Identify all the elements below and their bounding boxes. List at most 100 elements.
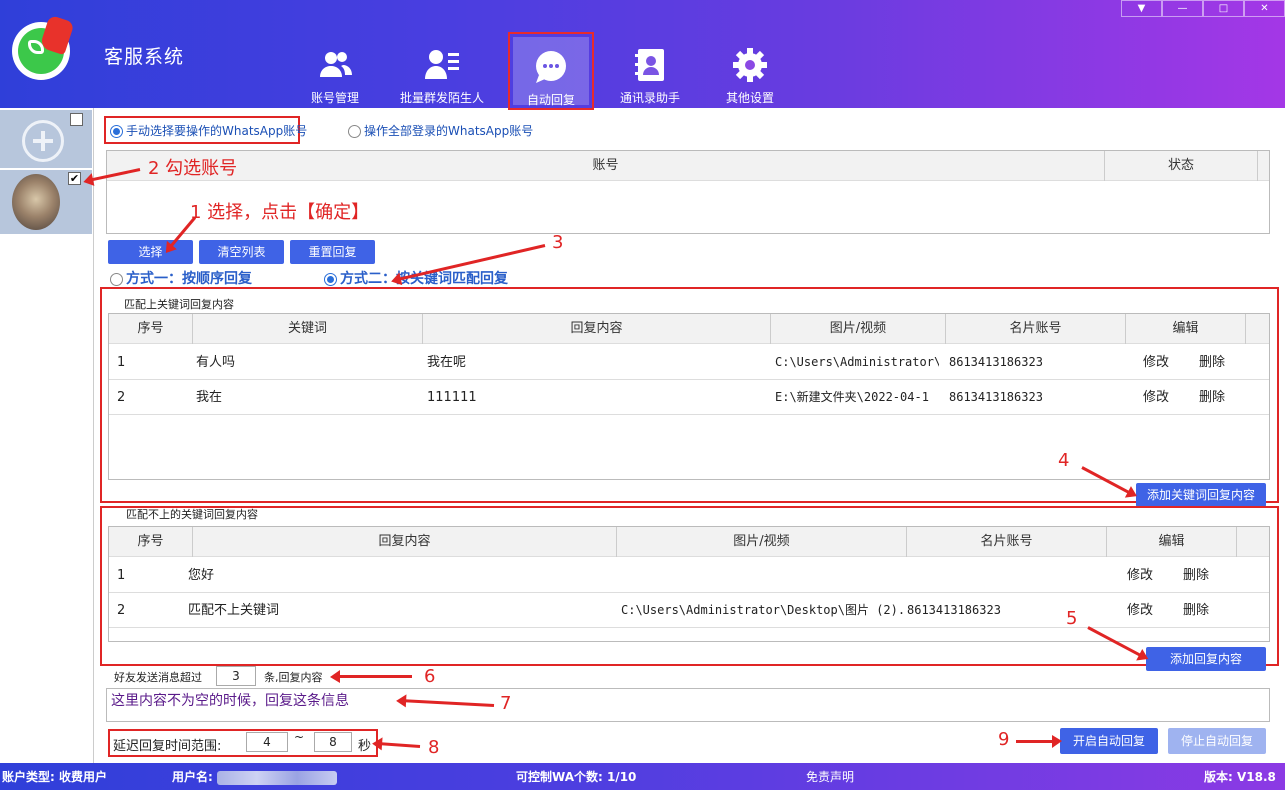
nomatch-section-title: 匹配不上的关键词回复内容 bbox=[126, 508, 258, 521]
col-header: 名片账号 bbox=[946, 314, 1126, 344]
nav-auto-reply[interactable]: 自动回复 bbox=[508, 32, 594, 110]
edit-link[interactable]: 修改 bbox=[1143, 345, 1169, 380]
delete-link[interactable]: 删除 bbox=[1183, 558, 1209, 593]
radio-icon bbox=[324, 272, 337, 286]
friend-msg-prefix: 好友发送消息超过 bbox=[114, 671, 202, 684]
chat-bubble-icon bbox=[536, 51, 566, 83]
nav-contacts-helper[interactable]: 通讯录助手 bbox=[612, 32, 688, 110]
nav-label: 账号管理 bbox=[310, 91, 359, 105]
select-all-checkbox[interactable] bbox=[70, 113, 83, 126]
delay-unit: 秒 bbox=[358, 739, 372, 754]
reply-content-textarea[interactable]: 这里内容不为空的时候，回复这条信息 bbox=[106, 688, 1270, 722]
account-item[interactable]: ✔ bbox=[0, 170, 92, 234]
nav-label: 其他设置 bbox=[725, 91, 774, 105]
account-type: 账户类型: 收费用户 bbox=[2, 770, 107, 784]
col-header: 序号 bbox=[109, 527, 193, 557]
edit-link[interactable]: 修改 bbox=[1143, 380, 1169, 415]
col-header: 名片账号 bbox=[907, 527, 1107, 557]
add-account-button[interactable] bbox=[0, 110, 92, 168]
annotation-9: 9 bbox=[998, 729, 1010, 750]
nav-label: 批量群发陌生人 bbox=[399, 91, 484, 105]
account-checkbox[interactable]: ✔ bbox=[68, 172, 81, 185]
maximize-icon[interactable]: □ bbox=[1203, 0, 1244, 17]
friend-msg-count-input[interactable]: 3 bbox=[216, 666, 256, 686]
col-header: 图片/视频 bbox=[617, 527, 907, 557]
account-mode-all[interactable]: 操作全部登录的WhatsApp账号 bbox=[348, 122, 533, 139]
nav-bulk-send[interactable]: 批量群发陌生人 bbox=[392, 32, 492, 110]
close-icon[interactable]: ✕ bbox=[1244, 0, 1285, 17]
dropdown-icon[interactable]: ▼ bbox=[1121, 0, 1162, 17]
table-row[interactable]: 1 您好 修改 删除 bbox=[109, 558, 1269, 593]
annotation-1: 1 选择，点击【确定】 bbox=[190, 202, 370, 223]
nav-label: 通讯录助手 bbox=[619, 91, 680, 105]
radio-icon bbox=[110, 125, 123, 138]
status-bar: 账户类型: 收费用户 用户名: 可控制WA个数: 1/10 免责声明 版本: V… bbox=[0, 763, 1285, 790]
contacts-book-icon bbox=[635, 49, 664, 81]
reply-mode-sequential[interactable]: 方式一：按顺序回复 bbox=[110, 268, 252, 288]
keyword-reply-table: 序号 关键词 回复内容 图片/视频 名片账号 编辑 1 有人吗 我在呢 C:\U… bbox=[108, 313, 1270, 480]
annotation-arrow bbox=[336, 675, 412, 678]
col-header: 编辑 bbox=[1126, 314, 1246, 344]
account-mode-manual[interactable]: 手动选择要操作的WhatsApp账号 bbox=[110, 122, 307, 139]
username-label: 用户名: bbox=[172, 768, 337, 785]
user-list-icon bbox=[425, 50, 459, 79]
col-status: 状态 bbox=[1105, 151, 1258, 181]
col-header: 回复内容 bbox=[423, 314, 771, 344]
col-account: 账号 bbox=[107, 151, 1105, 181]
app-logo bbox=[12, 14, 75, 80]
plus-icon bbox=[22, 120, 64, 162]
version: 版本: V18.8 bbox=[1204, 770, 1276, 784]
table-row[interactable]: 1 有人吗 我在呢 C:\Users\Administrator\ 861341… bbox=[109, 345, 1269, 380]
col-header: 序号 bbox=[109, 314, 193, 344]
edit-link[interactable]: 修改 bbox=[1127, 558, 1153, 593]
annotation-7: 7 bbox=[500, 693, 512, 714]
users-icon bbox=[320, 52, 352, 77]
stop-auto-reply-button[interactable]: 停止自动回复 bbox=[1168, 728, 1266, 754]
nav-label: 自动回复 bbox=[526, 93, 575, 107]
disclaimer-link[interactable]: 免责声明 bbox=[806, 768, 854, 785]
nav-account-manage[interactable]: 账号管理 bbox=[300, 32, 370, 110]
start-auto-reply-button[interactable]: 开启自动回复 bbox=[1060, 728, 1158, 754]
delay-separator: ~ bbox=[294, 730, 305, 744]
delete-link[interactable]: 删除 bbox=[1199, 380, 1225, 415]
col-header: 图片/视频 bbox=[771, 314, 946, 344]
annotation-arrow bbox=[1016, 735, 1062, 748]
radio-icon bbox=[348, 125, 361, 138]
select-button[interactable]: 选择 bbox=[108, 240, 193, 264]
table-row[interactable]: 2 匹配不上关键词 C:\Users\Administrator\Desktop… bbox=[109, 593, 1269, 628]
nomatch-reply-table: 序号 回复内容 图片/视频 名片账号 编辑 1 您好 修改 删除 2 匹配不上关… bbox=[108, 526, 1270, 642]
annotation-8: 8 bbox=[428, 737, 440, 758]
delete-link[interactable]: 删除 bbox=[1183, 593, 1209, 628]
gear-icon bbox=[733, 48, 767, 82]
account-sidebar: ✔ bbox=[0, 108, 94, 763]
app-title: 客服系统 bbox=[104, 46, 185, 68]
delay-min-input[interactable]: 4 bbox=[246, 732, 288, 752]
minimize-icon[interactable]: — bbox=[1162, 0, 1203, 17]
wa-count: 可控制WA个数: 1/10 bbox=[516, 770, 637, 784]
delay-max-input[interactable]: 8 bbox=[314, 732, 352, 752]
app-header: 客服系统 ▼ — □ ✕ 账号管理 批量群发陌生人 自动回复 通讯录助手 其他设… bbox=[0, 0, 1285, 110]
table-row[interactable]: 2 我在 111111 E:\新建文件夹\2022-04-1 861341318… bbox=[109, 380, 1269, 415]
annotation-2: 2 勾选账号 bbox=[148, 158, 238, 179]
col-header: 回复内容 bbox=[193, 527, 617, 557]
edit-link[interactable]: 修改 bbox=[1127, 593, 1153, 628]
add-keyword-reply-button[interactable]: 添加关键词回复内容 bbox=[1136, 483, 1266, 507]
add-reply-button[interactable]: 添加回复内容 bbox=[1146, 647, 1266, 671]
nav-other-settings[interactable]: 其他设置 bbox=[718, 32, 782, 110]
clear-list-button[interactable]: 清空列表 bbox=[199, 240, 284, 264]
reset-reply-button[interactable]: 重置回复 bbox=[290, 240, 375, 264]
annotation-5: 5 bbox=[1066, 608, 1078, 629]
annotation-6: 6 bbox=[424, 666, 436, 687]
col-header: 编辑 bbox=[1107, 527, 1237, 557]
keyword-section-title: 匹配上关键词回复内容 bbox=[124, 298, 234, 311]
reply-mode-keyword[interactable]: 方式二：按关键词匹配回复 bbox=[324, 268, 508, 288]
delay-label: 延迟回复时间范围: bbox=[113, 739, 222, 754]
delete-link[interactable]: 删除 bbox=[1199, 345, 1225, 380]
window-controls: ▼ — □ ✕ bbox=[1121, 0, 1285, 17]
friend-msg-suffix: 条,回复内容 bbox=[264, 671, 323, 684]
username-redacted bbox=[217, 770, 337, 785]
col-header: 关键词 bbox=[193, 314, 423, 344]
avatar bbox=[12, 174, 60, 230]
annotation-4: 4 bbox=[1058, 450, 1070, 471]
radio-icon bbox=[110, 272, 123, 286]
